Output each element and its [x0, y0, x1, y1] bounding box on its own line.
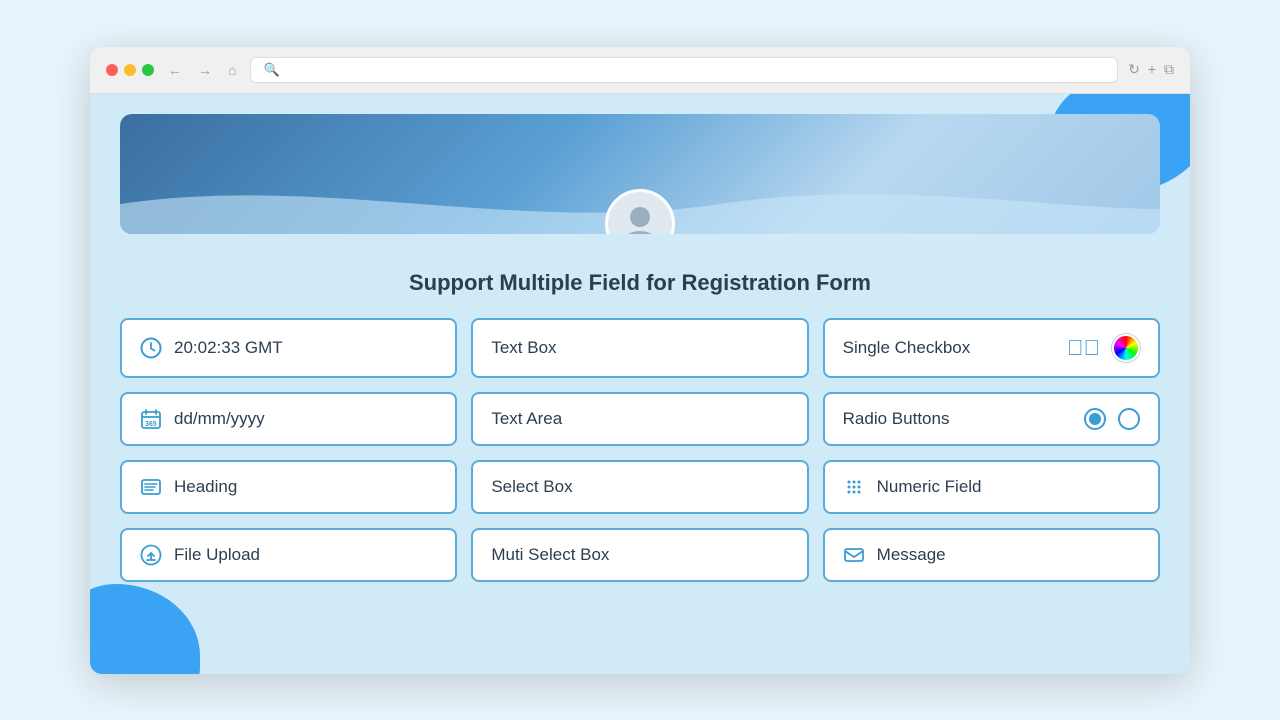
text-area-field[interactable]: Text Area	[471, 392, 808, 446]
select-box-label: Select Box	[491, 477, 572, 497]
clock-label: 20:02:33 GMT	[174, 338, 283, 358]
dot-green[interactable]	[142, 64, 154, 76]
select-box-field[interactable]: Select Box	[471, 460, 808, 514]
text-box-field[interactable]: Text Box	[471, 318, 808, 378]
date-label: dd/mm/yyyy	[174, 409, 265, 429]
single-checkbox-field[interactable]: Single Checkbox ✓⃣	[823, 318, 1160, 378]
checkbox-label: Single Checkbox	[843, 338, 1055, 358]
numeric-field[interactable]: Numeric Field	[823, 460, 1160, 514]
radio-label: Radio Buttons	[843, 409, 1072, 429]
new-tab-button[interactable]: +	[1148, 61, 1156, 78]
grid-icon	[843, 476, 865, 498]
profile-banner	[120, 114, 1160, 234]
page-content: Support Multiple Field for Registration …	[90, 94, 1190, 674]
message-field[interactable]: Message	[823, 528, 1160, 582]
heading-field[interactable]: Heading	[120, 460, 457, 514]
fields-grid: 20:02:33 GMT Text Box Single Checkbox ✓⃣…	[120, 318, 1160, 582]
refresh-button[interactable]: ↻	[1128, 61, 1140, 78]
tabs-button[interactable]: ⧉	[1164, 61, 1174, 78]
color-wheel-icon[interactable]	[1112, 334, 1140, 362]
multi-select-field[interactable]: Muti Select Box	[471, 528, 808, 582]
heading-label: Heading	[174, 477, 237, 497]
multi-select-label: Muti Select Box	[491, 545, 609, 565]
browser-chrome: ← → ⌂ 🔍 ↻ + ⧉	[90, 47, 1190, 94]
file-upload-label: File Upload	[174, 545, 260, 565]
dot-yellow[interactable]	[124, 64, 136, 76]
avatar-icon	[615, 199, 665, 234]
clock-icon	[140, 337, 162, 359]
browser-window: ← → ⌂ 🔍 ↻ + ⧉ S	[90, 47, 1190, 674]
radio-option-1[interactable]	[1084, 408, 1106, 430]
checkbox-icon[interactable]: ✓⃣	[1067, 335, 1100, 361]
back-button[interactable]: ←	[164, 60, 186, 80]
home-button[interactable]: ⌂	[224, 60, 240, 80]
clock-field[interactable]: 20:02:33 GMT	[120, 318, 457, 378]
dot-red[interactable]	[106, 64, 118, 76]
radio-buttons-field[interactable]: Radio Buttons	[823, 392, 1160, 446]
blob-bottom-left	[90, 584, 200, 674]
forward-button[interactable]: →	[194, 60, 216, 80]
browser-actions: ↻ + ⧉	[1128, 61, 1174, 78]
file-upload-field[interactable]: File Upload	[120, 528, 457, 582]
radio-inner-1	[1089, 413, 1101, 425]
text-box-label: Text Box	[491, 338, 556, 358]
browser-nav: ← → ⌂	[164, 60, 240, 80]
envelope-icon	[843, 544, 865, 566]
svg-text:365: 365	[145, 421, 157, 428]
address-bar[interactable]: 🔍	[250, 57, 1118, 83]
calendar-icon: 365	[140, 408, 162, 430]
heading-icon	[140, 476, 162, 498]
text-area-label: Text Area	[491, 409, 562, 429]
radio-option-2[interactable]	[1118, 408, 1140, 430]
message-label: Message	[877, 545, 946, 565]
numeric-label: Numeric Field	[877, 477, 982, 497]
upload-icon	[140, 544, 162, 566]
page-title: Support Multiple Field for Registration …	[120, 270, 1160, 296]
date-field[interactable]: 365 dd/mm/yyyy	[120, 392, 457, 446]
search-icon: 🔍	[263, 62, 279, 78]
browser-dots	[106, 64, 154, 76]
